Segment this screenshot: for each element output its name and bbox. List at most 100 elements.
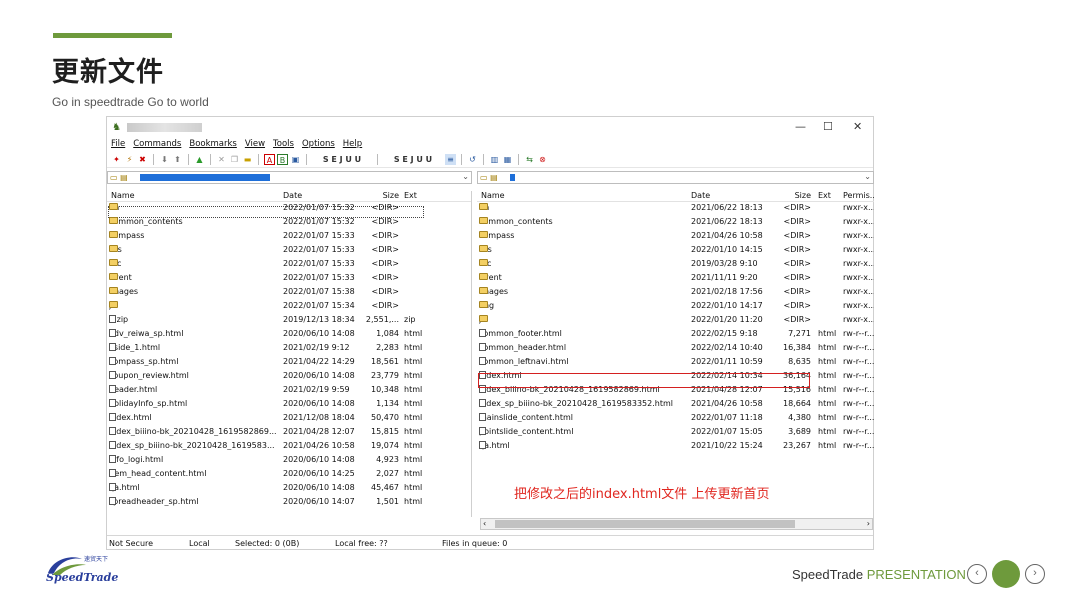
view-c-icon[interactable]: ▣ <box>290 154 301 165</box>
table-row[interactable]: index.html 2021/12/08 18:04 50,470 html <box>107 413 471 427</box>
table-row[interactable]: index_sp_biiino-bk_20210428_1619583352.h… <box>477 399 874 413</box>
disconnect-icon[interactable]: ✦ <box>111 154 122 165</box>
table-row[interactable]: adv_reiwa_sp.html 2020/06/10 14:08 1,084 ht… <box>107 329 471 343</box>
col-ext[interactable]: Ext <box>404 191 417 200</box>
table-row[interactable]: common_footer.html 2022/02/15 9:18 7,271 ht… <box>477 329 874 343</box>
maximize-button[interactable]: ☐ <box>823 120 833 133</box>
table-row[interactable]: spreadheader_sp.html 2020/06/10 14:07 1,50… <box>107 497 471 511</box>
prev-slide-button[interactable]: ‹ <box>967 564 987 584</box>
table-row[interactable]: etc 2022/01/07 15:33 <DIR> <box>107 259 471 273</box>
copy-icon[interactable]: ❐ <box>229 154 240 165</box>
table-row[interactable]: css 2022/01/07 15:33 <DIR> <box>107 245 471 259</box>
file-name-cell: common_contents <box>109 217 279 226</box>
filter-icon[interactable]: S E J U U <box>383 154 443 165</box>
menu-commands[interactable]: Commands <box>133 139 181 151</box>
refresh-icon[interactable]: ↺ <box>467 154 478 165</box>
table-row[interactable]: common_contents 2021/06/22 18:13 <DIR> rwxr… <box>477 217 874 231</box>
table-row[interactable]: index_sp_biiino-bk_20210428_1619583... 20… <box>107 441 471 455</box>
scroll-left-icon[interactable]: ‹ <box>483 519 486 528</box>
table-row[interactable]: coupon_review.html 2020/06/10 14:08 23,779… <box>107 371 471 385</box>
table-row[interactable]: event 2022/01/07 15:33 <DIR> <box>107 273 471 287</box>
menu-file[interactable]: File <box>111 139 125 151</box>
table-row[interactable]: event 2021/11/11 9:20 <DIR> rwxr-x... <box>477 273 874 287</box>
table-row[interactable]: compass_sp.html 2021/04/22 14:29 18,561 htm… <box>107 357 471 371</box>
table-row[interactable]: info_logi.html 2020/06/10 14:08 4,923 html <box>107 455 471 469</box>
table-row[interactable]: etc 2019/03/28 9:10 <DIR> rwxr-x... <box>477 259 874 273</box>
table-row[interactable]: qa.html 2020/06/10 14:08 45,467 html <box>107 483 471 497</box>
folder-icon[interactable]: ▭ ▤ <box>480 173 498 182</box>
sort-icon[interactable]: ≡ <box>445 154 456 165</box>
table-row[interactable]: aside_1.html 2021/02/19 9:12 2,283 html <box>107 343 471 357</box>
scroll-right-icon[interactable]: › <box>867 519 870 528</box>
file-ext: html <box>404 357 423 366</box>
table-row[interactable]: common_contents 2022/01/07 15:32 <DIR> <box>107 217 471 231</box>
chevron-down-icon[interactable]: ⌄ <box>864 172 871 181</box>
table-row[interactable]: js 2022/01/20 11:20 <DIR> rwxr-x... <box>477 315 874 329</box>
connect-icon[interactable]: ⚡ <box>124 154 135 165</box>
menu-tools[interactable]: Tools <box>273 139 294 151</box>
title-bar[interactable]: ♞ — ☐ ✕ <box>107 117 873 137</box>
table-row[interactable]: header.html 2021/02/19 9:59 10,348 html <box>107 385 471 399</box>
col-size[interactable]: Size <box>769 191 811 200</box>
table-row[interactable]: bn 2022/01/07 15:32 <DIR> <box>107 203 471 217</box>
table-row[interactable]: compass 2022/01/07 15:33 <DIR> <box>107 231 471 245</box>
cancel-icon[interactable]: ✖ <box>137 154 148 165</box>
chevron-down-icon[interactable]: ⌄ <box>462 172 469 181</box>
table-row[interactable]: js 2022/01/07 15:34 <DIR> <box>107 301 471 315</box>
highlight-box <box>478 373 810 388</box>
view-b-icon[interactable]: B <box>277 154 288 165</box>
table-row[interactable]: item_head_content.html 2020/06/10 14:25 2,… <box>107 469 471 483</box>
table-row[interactable]: css 2022/01/10 14:15 <DIR> rwxr-x... <box>477 245 874 259</box>
table-row[interactable]: common_header.html 2022/02/14 10:40 16,384… <box>477 343 874 357</box>
local-file-list[interactable]: Name Date Size Ext bn 2022/01/07 15:32 <DI… <box>107 191 472 517</box>
table-row[interactable]: common_leftnavi.html 2022/01/11 10:59 8,63… <box>477 357 874 371</box>
grid-icon[interactable]: ▦ <box>502 154 513 165</box>
table-row[interactable]: mainslide_content.html 2022/01/07 11:18 4,… <box>477 413 874 427</box>
view-a-icon[interactable]: A <box>264 154 275 165</box>
folder-icon[interactable]: ▭ ▤ <box>110 173 128 182</box>
table-row[interactable]: 1.zip 2019/12/13 18:34 2,551,... zip <box>107 315 471 329</box>
up-icon[interactable]: ⬆ <box>172 154 183 165</box>
table-row[interactable]: holidayInfo_sp.html 2020/06/10 14:08 1,134… <box>107 399 471 413</box>
menu-view[interactable]: View <box>245 139 265 151</box>
stop-icon[interactable]: ⊗ <box>537 154 548 165</box>
table-row[interactable]: images 2022/01/07 15:38 <DIR> <box>107 287 471 301</box>
table-row[interactable]: pointslide_content.html 2022/01/07 15:05 3… <box>477 427 874 441</box>
compare-icon[interactable]: ⇆ <box>524 154 535 165</box>
folder-icon[interactable]: ▬ <box>242 154 253 165</box>
table-row[interactable]: images 2021/02/18 17:56 <DIR> rwxr-x... <box>477 287 874 301</box>
table-row[interactable]: compass 2021/04/26 10:58 <DIR> rwxr-x... <box>477 231 874 245</box>
file-name-cell: spreadheader_sp.html <box>109 497 279 506</box>
next-slide-button[interactable]: › <box>1025 564 1045 584</box>
col-size[interactable]: Size <box>357 191 399 200</box>
col-date[interactable]: Date <box>283 191 302 200</box>
table-row[interactable]: img 2022/01/10 14:17 <DIR> rwxr-x... <box>477 301 874 315</box>
list-icon[interactable]: ▥ <box>489 154 500 165</box>
col-ext[interactable]: Ext <box>818 191 831 200</box>
file-ext: html <box>818 427 837 436</box>
menu-bookmarks[interactable]: Bookmarks <box>189 139 237 151</box>
file-date: 2022/01/07 15:34 <box>283 301 355 310</box>
close-button[interactable]: ✕ <box>853 120 862 133</box>
sync-icon[interactable]: S E J U U <box>312 154 372 165</box>
minimize-button[interactable]: — <box>795 120 806 133</box>
col-date[interactable]: Date <box>691 191 710 200</box>
col-name[interactable]: Name <box>111 191 135 200</box>
down-icon[interactable]: ⬇ <box>159 154 170 165</box>
delete-icon[interactable]: ✕ <box>216 154 227 165</box>
col-permissions[interactable]: Permis... <box>843 191 874 200</box>
table-row[interactable]: bn 2021/06/22 18:13 <DIR> rwxr-x... <box>477 203 874 217</box>
table-row[interactable]: qa.html 2021/10/22 15:24 23,267 html rw-r--r… <box>477 441 874 455</box>
remote-path-bar[interactable]: ▭ ▤ ⌄ <box>477 171 874 184</box>
table-row[interactable]: index_biiino-bk_20210428_1619582869... 20… <box>107 427 471 441</box>
menu-help[interactable]: Help <box>343 139 362 151</box>
col-name[interactable]: Name <box>481 191 505 200</box>
file-date: 2021/04/28 12:07 <box>283 427 355 436</box>
local-path-bar[interactable]: ▭ ▤ ⌄ <box>107 171 472 184</box>
menu-options[interactable]: Options <box>302 139 335 151</box>
scroll-thumb[interactable] <box>495 520 795 528</box>
horizontal-scrollbar[interactable]: ‹ › <box>480 518 873 530</box>
remote-file-list[interactable]: Name Date Size Ext Permis... bn 2021/06/2… <box>477 191 874 517</box>
annotation-text: 把修改之后的index.html文件 上传更新首页 <box>514 487 770 502</box>
home-icon[interactable]: ▲ <box>194 154 205 165</box>
